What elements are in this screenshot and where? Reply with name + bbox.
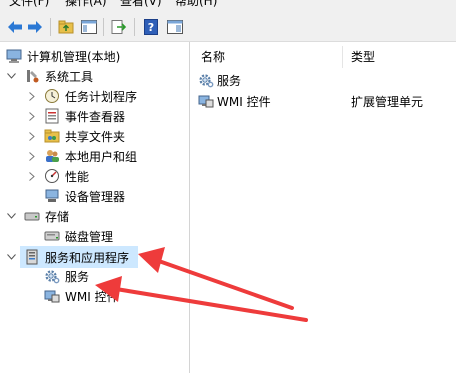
annotation-arrow-services-and-applications <box>138 247 294 310</box>
annotation-arrow-services <box>95 276 308 322</box>
annotation-arrows <box>95 247 308 322</box>
